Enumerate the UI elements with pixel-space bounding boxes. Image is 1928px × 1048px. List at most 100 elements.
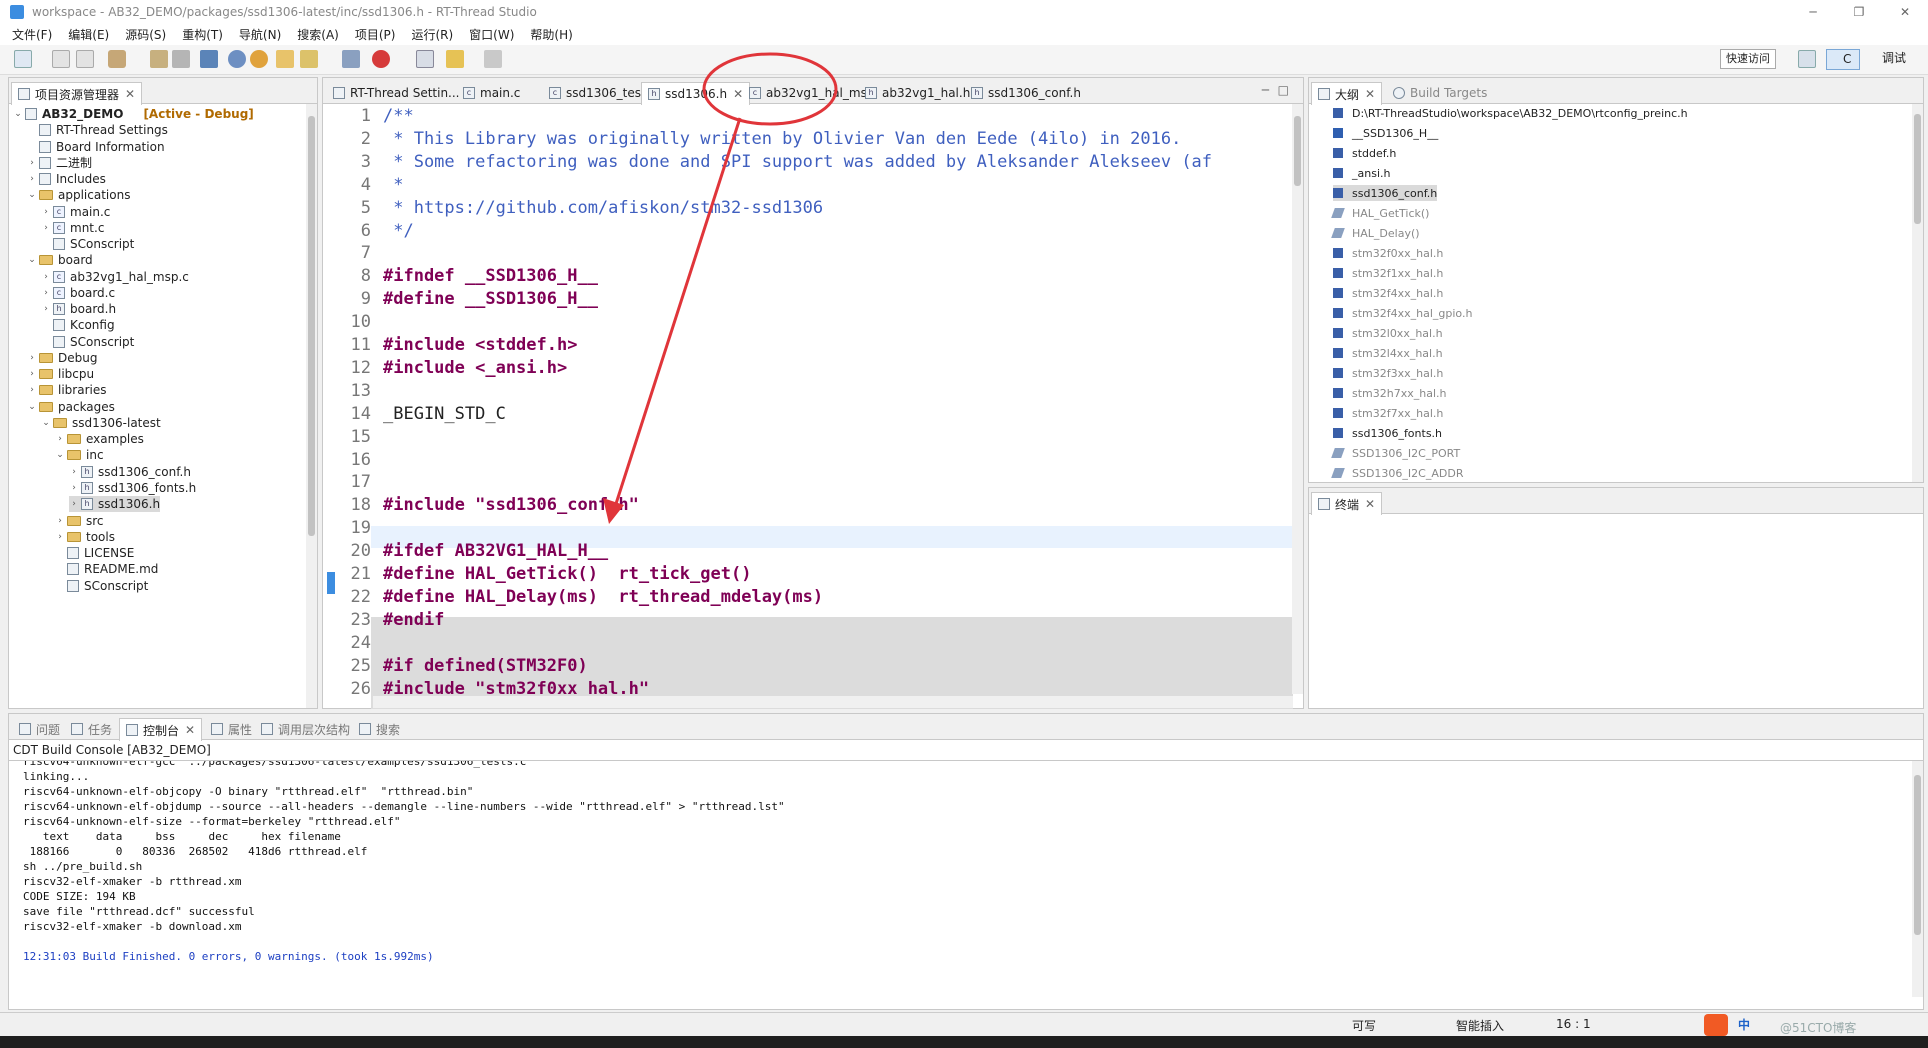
tab-outline[interactable]: 大纲 ✕ (1311, 82, 1383, 105)
build-hammer-icon[interactable] (108, 50, 126, 68)
tree-item-packages[interactable]: ⌄ packages (27, 399, 115, 415)
tree-item-kconfig[interactable]: Kconfig (41, 317, 115, 333)
chevron-right-icon[interactable]: › (69, 499, 79, 509)
maximize-view-icon[interactable]: □ (1278, 83, 1289, 97)
tree-item-debug[interactable]: › Debug (27, 350, 97, 366)
outline-item-stm32f7xx-hal-h[interactable]: stm32f7xx_hal.h (1333, 405, 1443, 421)
menu-window[interactable]: 窗口(W) (469, 26, 514, 43)
outline-item-ssd1306-i2c-addr[interactable]: SSD1306_I2C_ADDR (1331, 465, 1463, 481)
close-button[interactable]: ✕ (1882, 0, 1928, 24)
tree-item-sconscript[interactable]: SConscript (41, 236, 134, 252)
tab-terminal[interactable]: 终端 ✕ (1311, 492, 1383, 515)
menu-run[interactable]: 运行(R) (411, 26, 453, 43)
outline-item-stm32f0xx-hal-h[interactable]: stm32f0xx_hal.h (1333, 245, 1443, 261)
open-folder-icon[interactable] (276, 50, 294, 68)
tree-item-includes[interactable]: › Includes (27, 171, 106, 187)
tab-problems[interactable]: 问题 (13, 718, 66, 740)
tree-item-sconscript[interactable]: SConscript (55, 578, 148, 594)
menu-source[interactable]: 源码(S) (125, 26, 166, 43)
close-icon[interactable]: ✕ (125, 87, 135, 101)
tree-item-sconscript[interactable]: SConscript (41, 334, 134, 350)
ime-mode-indicator[interactable]: 中 (1738, 1016, 1750, 1033)
tree-item-ssd1306-conf-h[interactable]: › h ssd1306_conf.h (69, 464, 191, 480)
chevron-down-icon[interactable]: ⌄ (13, 109, 23, 119)
perspective-debug-button[interactable]: 调试 (1864, 49, 1920, 70)
tree-item-ssd1306-h[interactable]: › h ssd1306.h (69, 496, 161, 513)
chevron-down-icon[interactable]: ⌄ (27, 402, 37, 412)
chevron-down-icon[interactable]: ⌄ (55, 450, 65, 460)
document-icon[interactable] (416, 50, 434, 68)
download-icon[interactable] (372, 50, 390, 68)
close-icon[interactable]: ✕ (733, 87, 743, 101)
outline-item-stm32h7xx-hal-h[interactable]: stm32h7xx_hal.h (1333, 385, 1446, 401)
save-all-icon[interactable] (76, 50, 94, 68)
back-arrow-icon[interactable] (446, 50, 464, 68)
tree-item-board-c[interactable]: › c board.c (41, 285, 115, 301)
chevron-right-icon[interactable]: › (27, 369, 37, 379)
outline-item-stm32f1xx-hal-h[interactable]: stm32f1xx_hal.h (1333, 265, 1443, 281)
perspective-c-button[interactable]: C (1826, 49, 1860, 70)
tree-item-readme-md[interactable]: README.md (55, 561, 158, 577)
chevron-right-icon[interactable]: › (41, 272, 51, 282)
tree-item-main-c[interactable]: › c main.c (41, 204, 110, 220)
tree-project-root[interactable]: ⌄ AB32_DEMO [Active - Debug] (13, 106, 254, 122)
tree-item-ssd1306-fonts-h[interactable]: › h ssd1306_fonts.h (69, 480, 196, 496)
outline-item-ssd1306-fonts-h[interactable]: ssd1306_fonts.h (1333, 425, 1442, 441)
outline-item-stm32l4xx-hal-h[interactable]: stm32l4xx_hal.h (1333, 345, 1443, 361)
outline-item-ssd1306-h[interactable]: __SSD1306_H__ (1333, 125, 1438, 141)
tree-item-inc[interactable]: ⌄ inc (55, 447, 103, 463)
settings-gear-icon[interactable] (250, 50, 268, 68)
tree-item-libcpu[interactable]: › libcpu (27, 366, 94, 382)
tab-properties[interactable]: 属性 (205, 718, 258, 740)
tree-item-item[interactable]: › 二进制 (27, 155, 92, 171)
open-perspective-icon[interactable] (1798, 50, 1816, 68)
tree-item-src[interactable]: › src (55, 513, 103, 529)
tree-item-ab32vg1-hal-msp-c[interactable]: › c ab32vg1_hal_msp.c (41, 269, 189, 285)
outline-item-stddef-h[interactable]: stddef.h (1333, 145, 1396, 161)
outline-item-stm32l0xx-hal-h[interactable]: stm32l0xx_hal.h (1333, 325, 1443, 341)
menu-file[interactable]: 文件(F) (12, 26, 52, 43)
debug-bug-icon[interactable] (228, 50, 246, 68)
chevron-down-icon[interactable]: ⌄ (27, 255, 37, 265)
chevron-down-icon[interactable]: ⌄ (41, 418, 51, 428)
close-icon[interactable]: ✕ (1365, 87, 1375, 101)
outline-item-stm32f4xx-hal-gpio-h[interactable]: stm32f4xx_hal_gpio.h (1333, 305, 1472, 321)
chevron-right-icon[interactable]: › (69, 483, 79, 493)
chevron-right-icon[interactable]: › (55, 434, 65, 444)
menu-help[interactable]: 帮助(H) (530, 26, 572, 43)
chevron-right-icon[interactable]: › (41, 223, 51, 233)
outline-item-d-rt-threadstudio-workspace-ab32-demo-rtconfig-preinc-h[interactable]: D:\RT-ThreadStudio\workspace\AB32_DEMO\r… (1333, 105, 1688, 121)
chevron-right-icon[interactable]: › (27, 353, 37, 363)
menu-project[interactable]: 项目(P) (355, 26, 396, 43)
tools-icon[interactable] (172, 50, 190, 68)
code-area[interactable]: 1 /** 2 * This Library was originally writ… (331, 104, 1291, 694)
console-output[interactable]: riscv64-unknown-elf-gcc ../packages/ssd1… (9, 761, 1909, 997)
tab-ssd1306-h[interactable]: h ssd1306.h ✕ (641, 82, 751, 105)
tree-item-libraries[interactable]: › libraries (27, 382, 106, 398)
package-icon[interactable] (342, 50, 360, 68)
sogou-ime-icon[interactable] (1704, 1014, 1728, 1036)
tree-item-board[interactable]: ⌄ board (27, 252, 92, 268)
tree-item-tools[interactable]: › tools (55, 529, 115, 545)
outline-item-ssd1306-conf-h[interactable]: ssd1306_conf.h (1333, 185, 1438, 201)
editor-scrollbar[interactable] (1292, 104, 1303, 694)
chevron-right-icon[interactable]: › (69, 467, 79, 477)
menu-search[interactable]: 搜索(A) (297, 26, 339, 43)
tree-item-applications[interactable]: ⌄ applications (27, 187, 130, 203)
chevron-right-icon[interactable]: › (27, 385, 37, 395)
tab-main-c[interactable]: c main.c (457, 82, 526, 104)
outline-item-ssd1306-i2c-port[interactable]: SSD1306_I2C_PORT (1331, 445, 1460, 461)
tree-item-rt-thread-settings[interactable]: RT-Thread Settings (27, 122, 168, 138)
tree-item-license[interactable]: LICENSE (55, 545, 134, 561)
terminal-icon[interactable] (200, 50, 218, 68)
wand-icon[interactable] (300, 50, 318, 68)
tab-tasks[interactable]: 任务 (65, 718, 118, 740)
tab-ssd1306-conf-h[interactable]: h ssd1306_conf.h (965, 82, 1087, 104)
tab-search[interactable]: 搜索 (353, 718, 406, 740)
quick-access-field[interactable]: 快速访问 (1720, 49, 1776, 69)
chevron-right-icon[interactable]: › (55, 532, 65, 542)
tab-call-hierarchy[interactable]: 调用层次结构 (255, 718, 356, 740)
tab-project-explorer[interactable]: 项目资源管理器 ✕ (11, 82, 143, 105)
menu-navigate[interactable]: 导航(N) (239, 26, 281, 43)
minimize-view-icon[interactable]: ─ (1262, 83, 1269, 97)
